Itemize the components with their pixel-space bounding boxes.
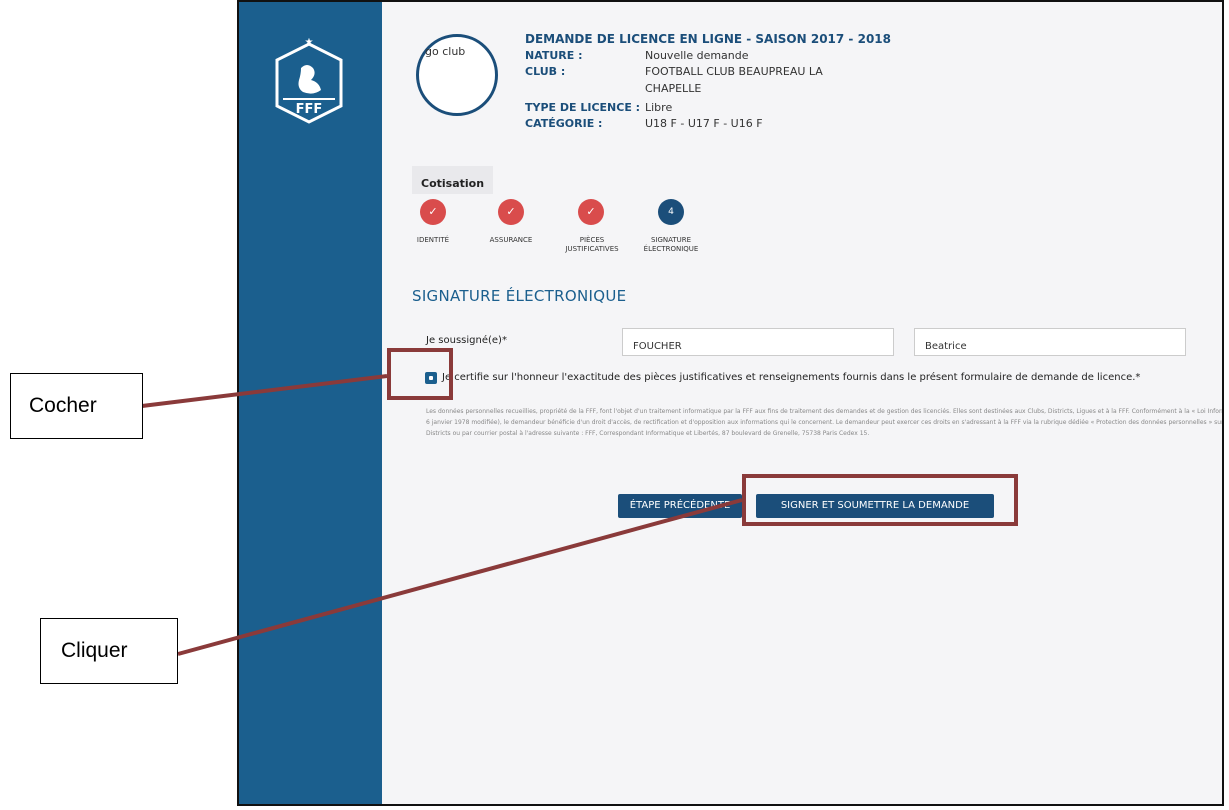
cliquer-arrow <box>177 498 743 656</box>
annotation-arrows <box>141 374 743 656</box>
annotation-cocher: Cocher <box>10 373 143 439</box>
cocher-arrow <box>141 374 388 408</box>
annotation-cliquer: Cliquer <box>40 618 178 684</box>
